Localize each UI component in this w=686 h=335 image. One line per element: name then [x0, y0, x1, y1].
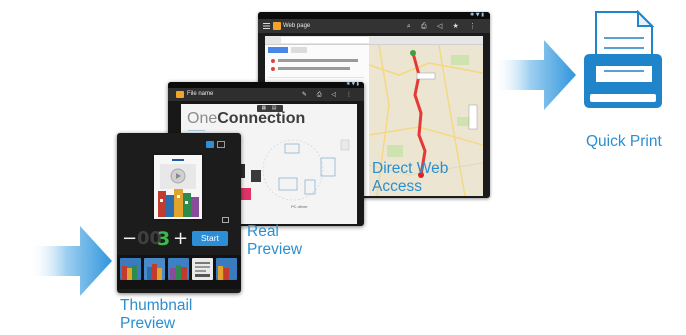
- caption-line: Real: [247, 223, 279, 240]
- document-heading: OneConnection: [187, 110, 305, 128]
- diagram-label: PC driver: [291, 204, 308, 209]
- start-button[interactable]: Start: [192, 231, 228, 246]
- menu-icon[interactable]: [263, 23, 270, 29]
- thumbnail-item[interactable]: [192, 258, 213, 280]
- app-icon: [273, 22, 281, 30]
- caption-line: Thumbnail: [120, 297, 193, 314]
- copies-count[interactable]: 3: [157, 229, 170, 249]
- thumbnail-item[interactable]: [144, 258, 165, 280]
- caption-quick-print: Quick Print: [586, 133, 662, 150]
- caption-direct-web-access: Direct Web Access: [372, 160, 448, 196]
- app-icon: [176, 91, 184, 98]
- decrease-copies-button[interactable]: −: [122, 229, 137, 249]
- url-bar[interactable]: [265, 36, 483, 45]
- screen-title: File name: [187, 91, 214, 97]
- print-app-screen: − 00 3 + Start: [117, 133, 241, 293]
- toolbar-icons[interactable]: ⌕ ⎙ ◁ ★ ⋮: [407, 20, 480, 32]
- screen-title: Web page: [283, 23, 311, 29]
- caption-line: Access: [372, 178, 422, 195]
- brand-light: One: [187, 110, 218, 127]
- brand-bold: Connection: [217, 110, 306, 127]
- caption-line: Preview: [247, 241, 303, 258]
- thumbnail-strip: [117, 255, 241, 289]
- caption-line: Preview: [120, 315, 176, 332]
- layout-toggle-icon[interactable]: [206, 141, 214, 148]
- thumbnail-item[interactable]: [216, 258, 237, 280]
- caption-line: Direct Web: [372, 160, 449, 177]
- arrow-right-icon: [492, 40, 576, 110]
- arrow-right-icon: [28, 226, 112, 296]
- printer-icon[interactable]: [582, 10, 664, 114]
- thumbnail-item[interactable]: [168, 258, 189, 280]
- caption-real-preview: Real Preview: [247, 223, 302, 259]
- caption-thumbnail-preview: Thumbnail Preview: [120, 297, 192, 333]
- toolbar-icons[interactable]: ✎ ⎙ ◁ ⋮: [302, 89, 356, 100]
- status-icons: ✱ ▼ ▮: [470, 12, 484, 18]
- url-field[interactable]: [281, 37, 369, 43]
- fullscreen-icon[interactable]: [222, 217, 229, 223]
- settings-toggle-icon[interactable]: [217, 141, 225, 148]
- status-bar: [258, 12, 490, 19]
- print-preview[interactable]: [154, 155, 202, 219]
- thumbnail-item[interactable]: [120, 258, 141, 280]
- increase-copies-button[interactable]: +: [173, 229, 188, 249]
